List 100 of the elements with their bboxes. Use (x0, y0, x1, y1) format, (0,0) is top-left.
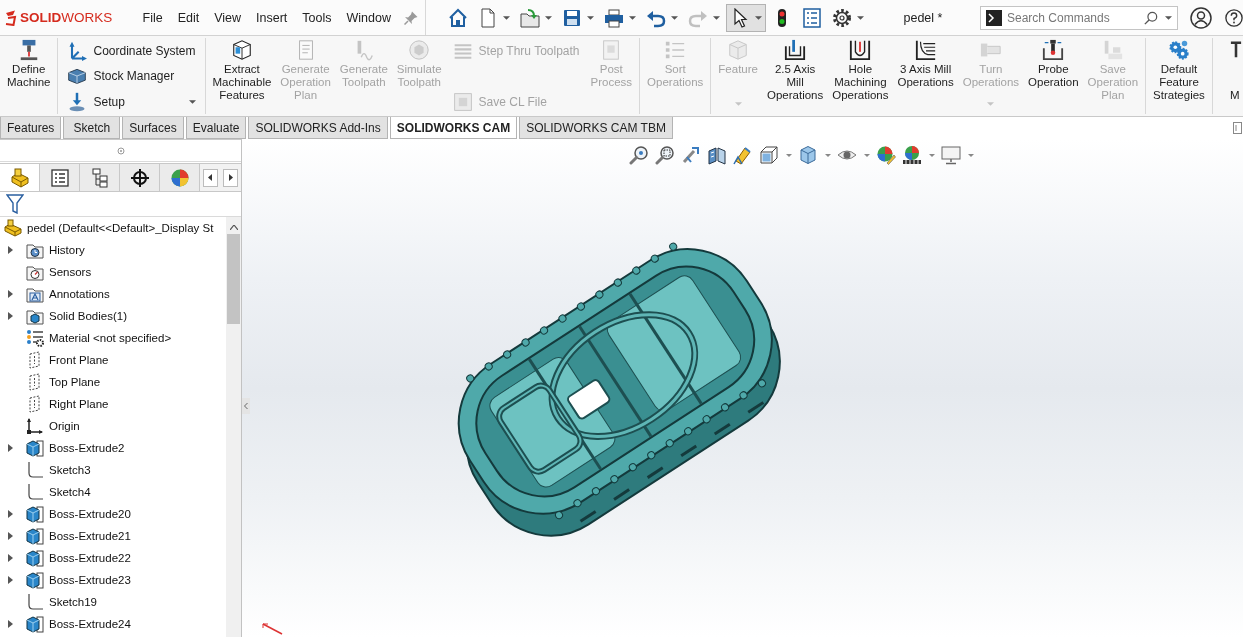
tree-item[interactable]: Boss-Extrude20 (49, 508, 131, 520)
ribbon-button[interactable]: 2.5 Axis Mill Operations (763, 38, 828, 114)
sketch-corner-icon (26, 593, 44, 611)
caret-icon (987, 102, 995, 106)
tree-item[interactable]: Solid Bodies(1) (49, 310, 127, 322)
scrollbar[interactable] (226, 217, 241, 637)
crosshair-icon (129, 167, 150, 188)
caret-icon (544, 15, 552, 20)
expand-arrow-icon[interactable] (8, 554, 13, 562)
panel-tab[interactable] (120, 164, 160, 191)
stock-block-icon (67, 66, 88, 86)
tree-item[interactable]: Boss-Extrude23 (49, 574, 131, 586)
tree-item[interactable]: Annotations (49, 288, 110, 300)
tree-item[interactable]: Sketch4 (49, 486, 91, 498)
tree-item[interactable]: Boss-Extrude2 (49, 442, 125, 454)
menu-item[interactable]: File (135, 6, 171, 29)
ribbon-button[interactable]: Stock Manager (64, 63, 199, 89)
menu-item[interactable]: Tools (294, 6, 340, 29)
color-ball-floor-icon (902, 145, 922, 165)
caret-icon (670, 15, 678, 20)
tab[interactable]: Surfaces (122, 117, 184, 139)
tab[interactable]: Evaluate (185, 117, 247, 139)
pin-icon[interactable] (403, 10, 418, 25)
ribbon-button[interactable]: Coordinate System (64, 38, 199, 63)
caret-icon (786, 153, 792, 157)
select-button[interactable] (725, 3, 766, 32)
splitter-handle-icon[interactable] (242, 398, 250, 414)
expand-arrow-icon[interactable] (8, 620, 13, 628)
caret-icon (188, 99, 196, 104)
tree-item[interactable]: Top Plane (49, 376, 101, 388)
extrude-cube-icon (26, 439, 44, 457)
expand-arrow-icon[interactable] (8, 246, 13, 254)
tab[interactable]: SOLIDWORKS Add-Ins (248, 117, 388, 139)
tree-item[interactable]: Front Plane (49, 354, 109, 366)
brand-logo: SOLIDWORKS (20, 10, 113, 25)
ribbon-button[interactable]: Default Feature Strategies (1149, 38, 1209, 114)
tab[interactable]: SOLIDWORKS CAM TBM (519, 117, 673, 139)
ribbon-button[interactable]: Extract Machinable Features (208, 38, 276, 114)
caret-icon (628, 15, 636, 20)
coordinate-axes-icon (67, 40, 88, 61)
tree-item[interactable]: Sketch3 (49, 464, 91, 476)
menu-item[interactable]: Insert (248, 6, 295, 29)
tree-item[interactable]: Boss-Extrude24 (49, 618, 131, 630)
collapse-handle-icon[interactable] (116, 146, 125, 155)
caret-icon[interactable] (1165, 15, 1172, 20)
search-field[interactable]: Search Commands (980, 5, 1178, 30)
tree-item[interactable]: Boss-Extrude22 (49, 552, 131, 564)
ribbon-button[interactable]: Setup (64, 89, 199, 114)
cube-icon (727, 39, 750, 61)
expand-arrow-icon[interactable] (8, 510, 13, 518)
filter-button[interactable] (6, 194, 24, 214)
scroll-left-button[interactable] (202, 168, 218, 187)
tree-item[interactable]: Right Plane (49, 398, 109, 410)
tree-item[interactable]: Boss-Extrude21 (49, 530, 131, 542)
tree-item[interactable]: History (49, 244, 85, 256)
ribbon-button[interactable]: Define Machine (3, 38, 55, 114)
document-title: pedel * (903, 10, 943, 25)
tree-item[interactable]: pedel (Default<<Default>_Display St (27, 222, 214, 234)
color-ball-icon (169, 167, 190, 188)
caret-icon (968, 153, 974, 157)
menu-item[interactable]: Window (339, 6, 399, 29)
axis-triad-icon (261, 622, 285, 636)
caret-icon (586, 15, 594, 20)
filter-icon (6, 194, 24, 214)
ribbon-button[interactable]: Hole Machining Operations (828, 38, 893, 114)
caret-icon (825, 153, 831, 157)
tree-item[interactable]: Sketch19 (49, 596, 97, 608)
scrollbar-thumb[interactable] (227, 234, 240, 324)
search-icon[interactable] (1144, 10, 1158, 25)
part-blocks-icon (9, 167, 30, 188)
caret-icon (754, 15, 762, 20)
sorted-list-icon (664, 39, 687, 61)
home-icon (447, 7, 468, 28)
ribbon-button[interactable]: Probe Operation (1024, 38, 1083, 114)
expand-arrow-icon[interactable] (8, 290, 13, 298)
help-icon[interactable] (1225, 7, 1243, 28)
scroll-right-button[interactable] (223, 168, 239, 187)
menu-item[interactable]: Edit (170, 6, 207, 29)
ribbon-button[interactable]: 3 Axis Mill Operations (893, 38, 958, 114)
ribbon-button[interactable]: M (1228, 38, 1243, 114)
user-icon[interactable] (1190, 6, 1212, 29)
tree-item[interactable]: Material <not specified> (49, 332, 172, 344)
gears-icon (1167, 39, 1190, 61)
expand-arrow-icon[interactable] (8, 532, 13, 540)
tree-structure-icon (89, 167, 110, 188)
cube-icon (230, 39, 253, 61)
contour-icon (914, 39, 937, 61)
tree-item[interactable]: Sensors (49, 266, 92, 278)
tab[interactable]: Features (0, 117, 62, 139)
task-pane-icon[interactable] (1233, 122, 1242, 134)
menu-item[interactable]: View (206, 6, 249, 29)
expand-arrow-icon[interactable] (8, 444, 13, 452)
caret-icon (734, 102, 742, 106)
expand-arrow-icon[interactable] (8, 576, 13, 584)
tree-item[interactable]: Origin (49, 420, 80, 432)
tab[interactable]: Sketch (63, 117, 121, 139)
expand-arrow-icon[interactable] (8, 312, 13, 320)
tab[interactable]: SOLIDWORKS CAM (389, 117, 518, 139)
extrude-cube-icon (26, 615, 44, 633)
caret-icon (856, 15, 864, 20)
